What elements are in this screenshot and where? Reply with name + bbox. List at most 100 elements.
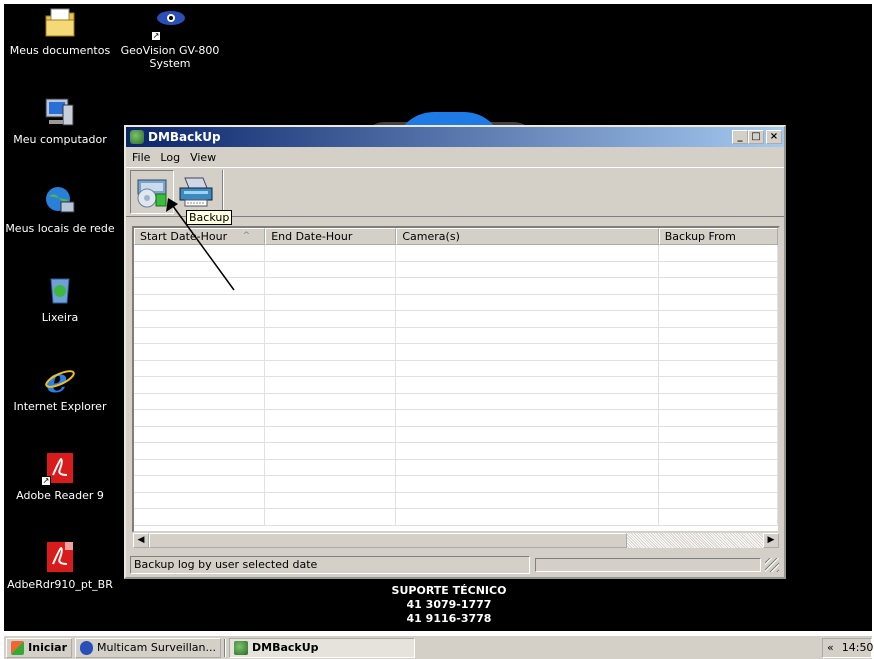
desktop-icon-my-computer[interactable]: Meu computador [4,95,116,146]
table-row [134,393,778,410]
table-cell [265,459,397,475]
table-cell [265,509,397,525]
table-cell [396,327,659,343]
table-cell [659,476,778,492]
table-cell [396,476,659,492]
table-cell [659,459,778,475]
printer-button[interactable] [174,170,218,214]
desktop-icon-geovision[interactable]: ↗ GeoVision GV-800 System [114,6,226,70]
window-title: DMBackUp [148,130,221,144]
column-backup-from[interactable]: Backup From [658,228,778,245]
table-cell [265,344,397,360]
table-cell [659,426,778,442]
menu-file[interactable]: File [132,151,150,164]
taskbar-item-multicam[interactable]: Multicam Surveillan... [75,637,221,658]
column-cameras[interactable]: Camera(s) [396,228,659,245]
table-row [134,344,778,361]
table-cell [134,261,266,277]
desktop-icon-label: Adobe Reader 9 [16,489,104,502]
support-title: SUPORTE TÉCNICO [391,584,507,597]
table-cell [134,426,266,442]
table-cell [265,410,397,426]
column-label: Camera(s) [402,230,460,243]
scroll-thumb[interactable] [149,533,627,548]
table-cell [659,327,778,343]
desktop-icon-network-places[interactable]: Meus locais de rede [4,184,116,235]
window-titlebar[interactable]: DMBackUp _ □ × [126,127,784,147]
table-cell [134,476,266,492]
table-row [134,294,778,311]
table-cell [134,294,266,310]
column-end-date-hour[interactable]: End Date-Hour [265,228,397,245]
backup-tooltip: Backup [186,210,233,225]
start-button[interactable]: Iniciar [6,637,72,658]
scroll-left-icon[interactable]: ◀ [133,533,149,548]
maximize-button[interactable]: □ [748,130,764,144]
horizontal-scrollbar[interactable]: ◀ ▶ [132,532,780,549]
table-cell [396,443,659,459]
toolbar-separator [222,170,224,214]
scroll-right-icon[interactable]: ▶ [763,533,779,548]
adobe-reader-icon: ↗ [41,451,77,486]
backup-log-list[interactable]: Start Date-Hour ^ End Date-Hour Camera(s… [132,226,780,533]
backup-drive-icon [137,179,167,208]
table-cell [396,459,659,475]
table-row [134,278,778,295]
tray-expand-icon[interactable]: « [827,641,834,654]
table-cell [134,311,266,327]
table-cell [659,443,778,459]
status-progress-panel [535,558,761,572]
desktop-icon-label: Internet Explorer [13,400,107,413]
status-bar: Backup log by user selected date [130,555,782,575]
recycle-bin-icon [43,273,77,307]
windows-logo-icon [11,640,25,655]
table-cell [396,245,659,261]
table-cell [659,294,778,310]
column-label: End Date-Hour [271,230,353,243]
printer-icon [179,177,213,207]
table-cell [659,245,778,261]
desktop-icon-internet-explorer[interactable]: e Internet Explorer [4,361,116,413]
resize-grip-icon[interactable] [765,558,779,572]
support-phone-1: 41 3079-1777 [406,598,492,611]
table-row [134,426,778,443]
desktop-icon-adobe-installer[interactable]: AdbeRdr910_pt_BR [4,540,116,591]
table-cell [134,443,266,459]
desktop-icon-recycle-bin[interactable]: Lixeira [4,273,116,324]
table-cell [396,278,659,294]
adobe-installer-icon [43,540,77,574]
table-cell [265,261,397,277]
table-cell [396,426,659,442]
table-cell [659,311,778,327]
start-label: Iniciar [28,641,67,654]
list-header: Start Date-Hour ^ End Date-Hour Camera(s… [134,228,778,245]
scroll-track[interactable] [627,533,763,548]
menu-view[interactable]: View [190,151,216,164]
table-cell [396,410,659,426]
table-cell [134,492,266,508]
column-start-date-hour[interactable]: Start Date-Hour ^ [134,228,266,245]
desktop-icon-my-documents[interactable]: Meus documentos [4,6,116,57]
status-text: Backup log by user selected date [130,556,530,574]
table-cell [265,278,397,294]
taskbar: Iniciar Multicam Surveillan... DMBackUp … [4,635,873,659]
desktop-icon-adobe-reader[interactable]: ↗ Adobe Reader 9 [4,451,116,502]
table-cell [134,509,266,525]
desktop-icon-label: GeoVision GV-800 System [120,44,220,70]
table-cell [265,245,397,261]
column-label: Start Date-Hour [140,230,228,243]
table-cell [265,443,397,459]
shortcut-arrow-icon: ↗ [151,31,161,41]
minimize-button[interactable]: _ [732,130,748,144]
taskbar-item-label: DMBackUp [252,641,319,654]
table-cell [265,311,397,327]
dmbackup-app-icon [234,640,248,655]
list-rows [134,245,778,526]
menu-log[interactable]: Log [160,151,180,164]
my-documents-icon [43,6,77,40]
column-label: Backup From [664,230,736,243]
taskbar-item-dmbackup[interactable]: DMBackUp [229,637,415,658]
close-button[interactable]: × [766,130,782,144]
backup-button[interactable] [130,170,174,214]
table-row [134,509,778,526]
